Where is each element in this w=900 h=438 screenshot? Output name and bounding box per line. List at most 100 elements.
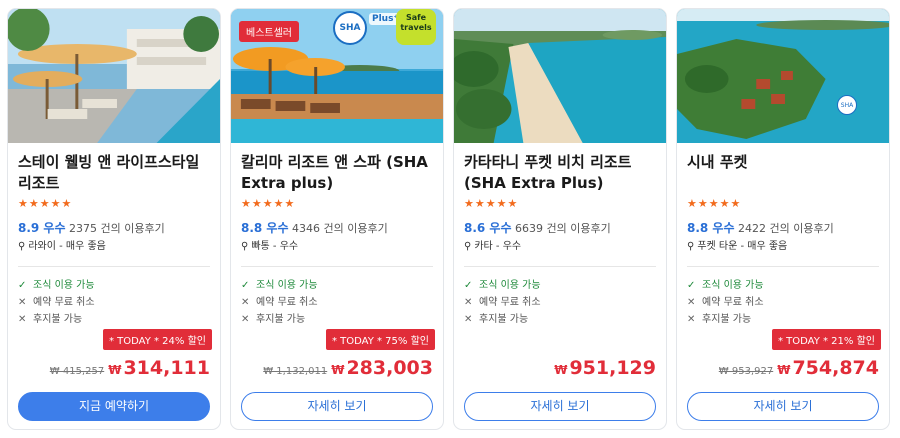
feature-label: 예약 무료 취소 — [479, 297, 541, 308]
hotel-title[interactable]: 칼리마 리조트 앤 스파 (SHA Extra plus) — [241, 152, 437, 194]
sha-logo: SHA — [333, 11, 367, 45]
feature-label: 예약 무료 취소 — [256, 297, 318, 308]
location-text: 라와이 - 매우 좋음 — [28, 241, 106, 252]
x-icon: ✕ — [464, 314, 473, 325]
feature-breakfast: ✓ 조식 이용 가능 — [464, 276, 541, 291]
hotel-card-list: 스테이 웰빙 앤 라이프스타일 리조트 ★★★★★ 8.9 우수 2375 건의… — [0, 0, 900, 438]
divider — [464, 266, 656, 267]
review-summary: 8.6 우수 6639 건의 이용후기 — [464, 219, 611, 236]
sale-price: 951,129 — [569, 357, 656, 379]
feature-label: 조식 이용 가능 — [479, 280, 541, 291]
price-row: ₩ 415,257 ₩314,111 — [50, 357, 210, 379]
hotel-photo[interactable] — [8, 9, 220, 143]
feature-breakfast: ✓ 조식 이용 가능 — [687, 276, 764, 291]
price-row: ₩ 953,927 ₩754,874 — [719, 357, 879, 379]
currency-symbol: ₩ — [554, 363, 568, 377]
review-summary: 8.8 우수 2422 건의 이용후기 — [687, 219, 834, 236]
feature-label: 조식 이용 가능 — [33, 280, 95, 291]
view-details-button[interactable]: 자세히 보기 — [464, 392, 656, 421]
feature-free-cancel: ✕ 예약 무료 취소 — [687, 293, 764, 308]
review-count: 2375 건의 이용후기 — [69, 222, 165, 235]
review-score: 8.6 우수 — [464, 221, 512, 235]
sale-price: 283,003 — [346, 357, 433, 379]
hotel-title[interactable]: 스테이 웰빙 앤 라이프스타일 리조트 — [18, 152, 214, 194]
original-price: ₩ 953,927 — [718, 366, 774, 377]
hotel-title[interactable]: 카타타니 푸켓 비치 리조트 (SHA Extra Plus) — [464, 152, 660, 194]
feature-pay-later: ✕ 후지불 가능 — [687, 310, 751, 325]
sha-logo-icon: SHA — [837, 95, 857, 115]
price-row: ₩ 1,132,011 ₩283,003 — [263, 357, 433, 379]
location-text: 푸켓 타운 - 매우 좋음 — [697, 241, 788, 252]
feature-free-cancel: ✕ 예약 무료 취소 — [241, 293, 318, 308]
feature-pay-later: ✕ 후지불 가능 — [464, 310, 528, 325]
location: ⚲ 빠통 - 우수 — [241, 237, 298, 252]
feature-pay-later: ✕ 후지불 가능 — [18, 310, 82, 325]
discount-badge: * TODAY * 75% 할인 — [325, 329, 435, 350]
review-count: 6639 건의 이용후기 — [515, 222, 611, 235]
bestseller-badge: 베스트셀러 — [239, 21, 299, 42]
hotel-card[interactable]: SHA 시내 푸켓 ★★★★★ 8.8 우수 2422 건의 이용후기 ⚲ 푸켓 … — [676, 8, 890, 430]
x-icon: ✕ — [464, 297, 473, 308]
hotel-card[interactable]: 스테이 웰빙 앤 라이프스타일 리조트 ★★★★★ 8.9 우수 2375 건의… — [7, 8, 221, 430]
divider — [687, 266, 879, 267]
review-summary: 8.9 우수 2375 건의 이용후기 — [18, 219, 165, 236]
feature-breakfast: ✓ 조식 이용 가능 — [241, 276, 318, 291]
check-icon: ✓ — [687, 280, 696, 291]
divider — [18, 266, 210, 267]
location: ⚲ 카타 - 우수 — [464, 237, 521, 252]
feature-label: 조식 이용 가능 — [256, 280, 318, 291]
feature-label: 예약 무료 취소 — [33, 297, 95, 308]
review-score: 8.8 우수 — [687, 221, 735, 235]
location-text: 빠통 - 우수 — [251, 241, 299, 252]
review-score: 8.8 우수 — [241, 221, 289, 235]
hotel-photo[interactable]: SHA — [677, 9, 889, 143]
location: ⚲ 라와이 - 매우 좋음 — [18, 237, 106, 252]
feature-label: 조식 이용 가능 — [702, 280, 764, 291]
x-icon: ✕ — [241, 297, 250, 308]
star-rating: ★★★★★ — [464, 197, 519, 210]
hotel-card[interactable]: 카타타니 푸켓 비치 리조트 (SHA Extra Plus) ★★★★★ 8.… — [453, 8, 667, 430]
feature-label: 후지불 가능 — [33, 314, 83, 325]
currency-symbol: ₩ — [331, 363, 345, 377]
sale-price: 314,111 — [123, 357, 210, 379]
feature-free-cancel: ✕ 예약 무료 취소 — [18, 293, 95, 308]
location-text: 카타 - 우수 — [474, 241, 522, 252]
location-pin-icon: ⚲ — [687, 241, 695, 252]
book-now-button[interactable]: 지금 예약하기 — [18, 392, 210, 421]
x-icon: ✕ — [687, 314, 696, 325]
original-price: ₩ 1,132,011 — [263, 366, 328, 377]
feature-label: 예약 무료 취소 — [702, 297, 764, 308]
view-details-button[interactable]: 자세히 보기 — [687, 392, 879, 421]
review-count: 2422 건의 이용후기 — [738, 222, 834, 235]
location-pin-icon: ⚲ — [241, 241, 249, 252]
x-icon: ✕ — [687, 297, 696, 308]
star-rating: ★★★★★ — [18, 197, 73, 210]
divider — [241, 266, 433, 267]
price-row: ₩951,129 — [554, 357, 656, 379]
location-pin-icon: ⚲ — [18, 241, 26, 252]
location: ⚲ 푸켓 타운 - 매우 좋음 — [687, 237, 787, 252]
x-icon: ✕ — [18, 314, 27, 325]
original-price: ₩ 415,257 — [49, 366, 105, 377]
view-details-button[interactable]: 자세히 보기 — [241, 392, 433, 421]
feature-breakfast: ✓ 조식 이용 가능 — [18, 276, 95, 291]
feature-label: 후지불 가능 — [479, 314, 529, 325]
hotel-title[interactable]: 시내 푸켓 — [687, 152, 883, 173]
hotel-card[interactable]: 베스트셀러 SHA Plus⁺ Safe travels 칼리마 리조트 앤 스… — [230, 8, 444, 430]
review-count: 4346 건의 이용후기 — [292, 222, 388, 235]
check-icon: ✓ — [241, 280, 250, 291]
feature-label: 후지불 가능 — [702, 314, 752, 325]
discount-badge: * TODAY * 24% 할인 — [102, 329, 212, 350]
check-icon: ✓ — [464, 280, 473, 291]
review-score: 8.9 우수 — [18, 221, 66, 235]
star-rating: ★★★★★ — [687, 197, 742, 210]
review-summary: 8.8 우수 4346 건의 이용후기 — [241, 219, 388, 236]
x-icon: ✕ — [18, 297, 27, 308]
sale-price: 754,874 — [792, 357, 879, 379]
hotel-photo[interactable]: 베스트셀러 SHA Plus⁺ Safe travels — [231, 9, 443, 143]
check-icon: ✓ — [18, 280, 27, 291]
feature-pay-later: ✕ 후지불 가능 — [241, 310, 305, 325]
safe-travels-badge: Safe travels — [396, 9, 436, 45]
feature-label: 후지불 가능 — [256, 314, 306, 325]
hotel-photo[interactable] — [454, 9, 666, 143]
